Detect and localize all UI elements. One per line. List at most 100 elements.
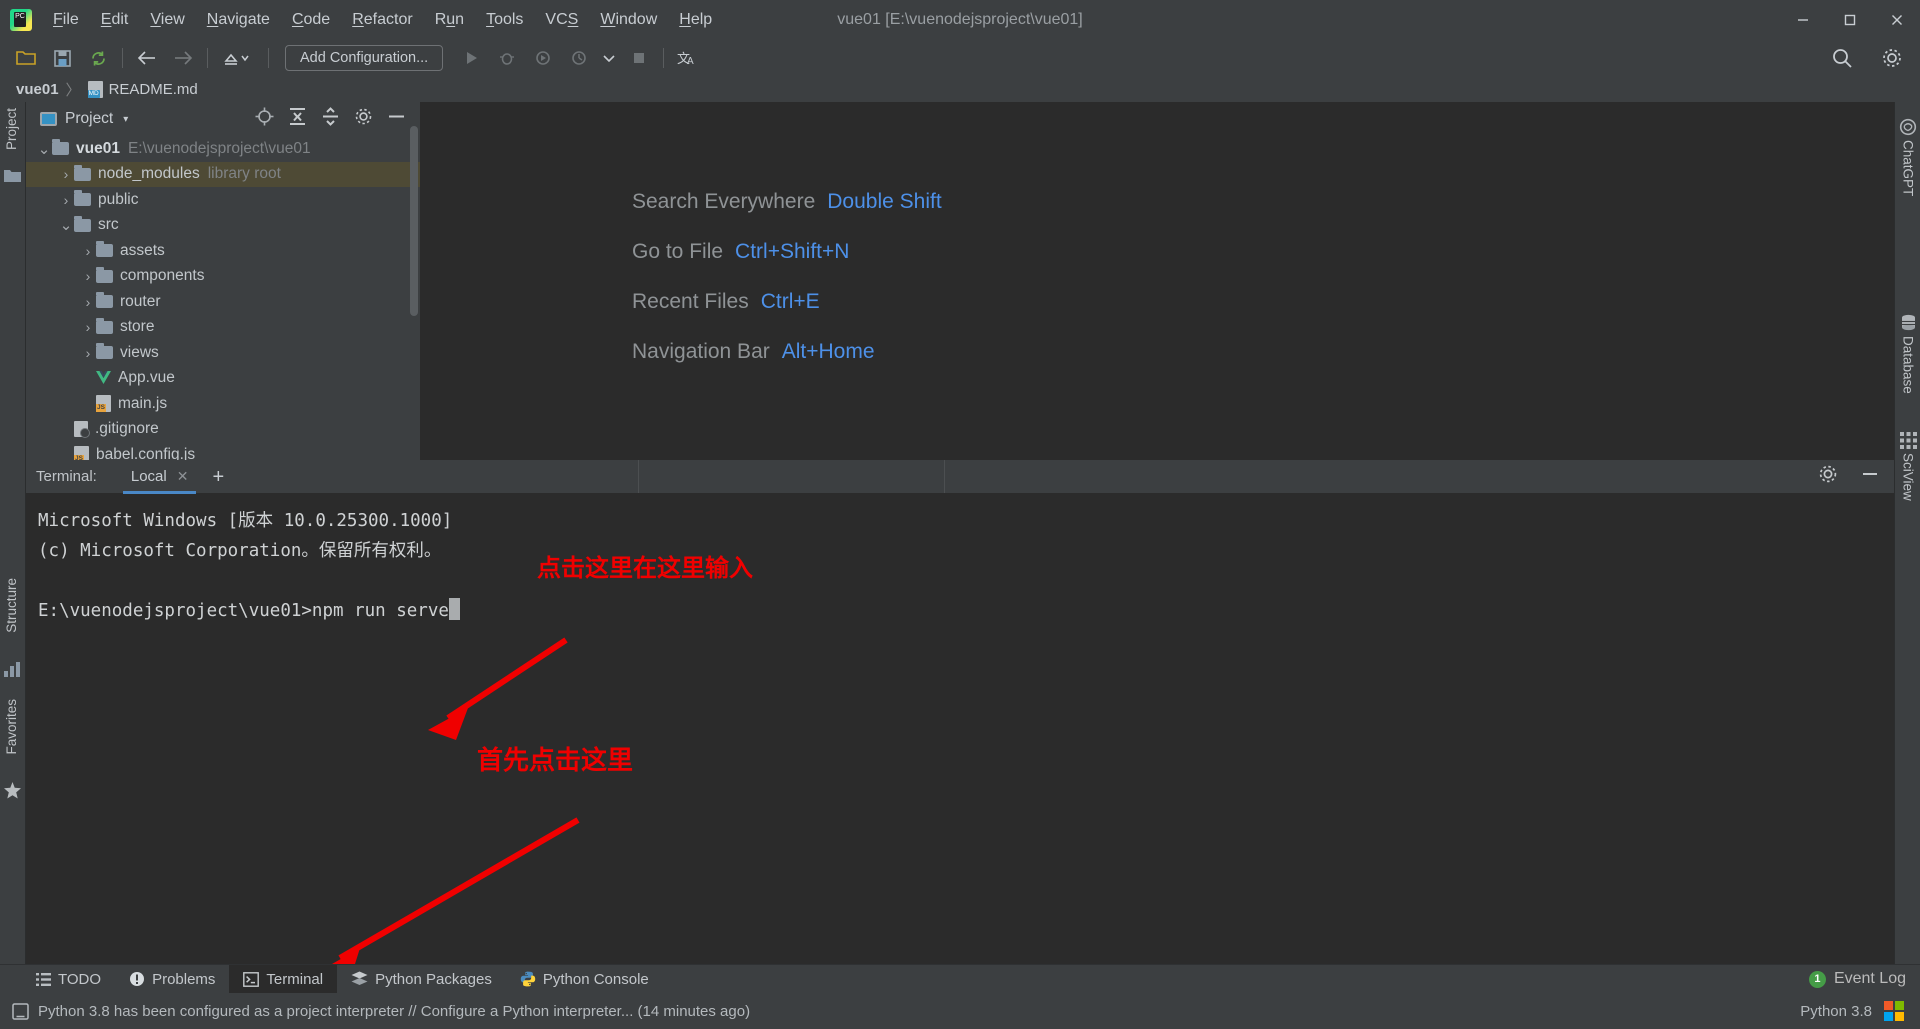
menu-item-window[interactable]: Window <box>589 0 668 40</box>
breadcrumb: vue01 〉 README.md <box>0 76 1920 102</box>
chevron-right-icon[interactable]: › <box>80 345 96 361</box>
chevron-right-icon[interactable]: › <box>58 192 74 208</box>
tree-item-label: store <box>120 318 155 336</box>
save-all-icon[interactable] <box>47 44 77 72</box>
title-bar: FileEditViewNavigateCodeRefactorRunTools… <box>0 0 1920 40</box>
tool-window-button-problems[interactable]: Problems <box>115 965 229 994</box>
menu-item-edit[interactable]: Edit <box>90 0 140 40</box>
terminal-tool-window: Terminal: Local ✕ + Microsoft Windows [版… <box>26 460 1894 964</box>
debug-icon[interactable] <box>492 44 522 72</box>
maximize-button[interactable] <box>1826 0 1873 40</box>
stop-icon[interactable] <box>624 44 654 72</box>
forward-arrow-icon[interactable] <box>168 44 198 72</box>
translate-icon[interactable]: 文A <box>673 44 703 72</box>
close-button[interactable] <box>1873 0 1920 40</box>
status-message[interactable]: Python 3.8 has been configured as a proj… <box>38 1003 750 1020</box>
sidebar-item-project[interactable]: Project <box>4 108 19 150</box>
gear-icon[interactable] <box>1818 464 1838 489</box>
sidebar-item-database[interactable]: Database <box>1895 314 1920 394</box>
sidebar-item-sciview[interactable]: SciView <box>1895 432 1920 501</box>
menu-item-vcs[interactable]: VCS <box>534 0 589 40</box>
toolbar-right-actions <box>1824 44 1910 72</box>
tree-row[interactable]: › router <box>26 289 420 315</box>
folder-icon <box>52 139 69 156</box>
tree-row[interactable]: › node_modules library root <box>26 161 420 187</box>
annotation-text-terminal: 首先点击这里 <box>477 746 634 776</box>
chevron-down-icon[interactable]: ⌄ <box>58 216 74 234</box>
editor-shortcut-hints: Search Everywhere Double Shift Go to File C… <box>632 190 942 390</box>
open-folder-icon[interactable] <box>11 44 41 72</box>
gear-icon[interactable] <box>1877 44 1907 72</box>
breadcrumb-project[interactable]: vue01 <box>16 81 59 98</box>
tree-row[interactable]: main.js <box>26 391 420 417</box>
tool-window-button-python-packages[interactable]: Python Packages <box>337 965 506 994</box>
chevron-down-icon[interactable]: ⌄ <box>36 140 52 158</box>
chevron-right-icon[interactable]: › <box>80 319 96 335</box>
tree-row[interactable]: babel.config.js <box>26 442 420 460</box>
tree-item-label: node_modules <box>98 165 200 183</box>
folder-icon <box>96 292 113 309</box>
chevron-down-icon[interactable]: ▾ <box>123 114 128 125</box>
minimize-icon[interactable] <box>1860 464 1880 489</box>
sidebar-item-chatgpt[interactable]: ChatGPT <box>1895 118 1920 196</box>
new-terminal-tab-button[interactable]: + <box>212 467 224 487</box>
chevron-right-icon[interactable]: › <box>80 294 96 310</box>
terminal-output[interactable]: Microsoft Windows [版本 10.0.25300.1000] (c… <box>26 494 1894 964</box>
terminal-cursor <box>448 598 460 620</box>
tree-item-label: .gitignore <box>95 420 159 438</box>
menu-item-help[interactable]: Help <box>668 0 723 40</box>
event-log-area[interactable]: 1 Event Log <box>1808 970 1920 988</box>
add-configuration-button[interactable]: Add Configuration... <box>285 45 444 71</box>
tree-row[interactable]: ⌄ vue01 E:\vuenodejsproject\vue01 <box>26 136 420 162</box>
event-log-badge: 1 <box>1808 970 1826 988</box>
tree-row[interactable]: › views <box>26 340 420 366</box>
back-arrow-icon[interactable] <box>132 44 162 72</box>
menu-item-file[interactable]: File <box>42 0 90 40</box>
locate-icon[interactable] <box>255 107 274 131</box>
sidebar-item-favorites[interactable]: Favorites <box>4 699 19 755</box>
chevron-right-icon[interactable]: › <box>80 243 96 259</box>
close-icon[interactable]: ✕ <box>177 468 189 485</box>
menu-item-navigate[interactable]: Navigate <box>196 0 281 40</box>
minimize-button[interactable] <box>1779 0 1826 40</box>
project-file-tree[interactable]: ⌄ vue01 E:\vuenodejsproject\vue01 › node_mod… <box>26 136 420 460</box>
project-tree-scrollbar[interactable] <box>410 126 418 316</box>
tree-row[interactable]: › assets <box>26 238 420 264</box>
tree-row[interactable]: ⌄ src <box>26 213 420 239</box>
sidebar-item-structure[interactable]: Structure <box>4 578 19 633</box>
chevron-down-icon[interactable] <box>600 44 618 72</box>
tree-row[interactable]: App.vue <box>26 366 420 392</box>
menu-item-view[interactable]: View <box>139 0 195 40</box>
menu-item-tools[interactable]: Tools <box>475 0 534 40</box>
menu-item-run[interactable]: Run <box>424 0 475 40</box>
tree-row[interactable]: › public <box>26 187 420 213</box>
sync-icon[interactable] <box>83 44 113 72</box>
vcs-update-icon[interactable] <box>217 44 259 72</box>
tree-row[interactable]: › components <box>26 264 420 290</box>
tree-item-label: router <box>120 292 161 310</box>
tool-window-button-todo[interactable]: TODO <box>22 965 115 994</box>
menu-item-code[interactable]: Code <box>281 0 341 40</box>
collapse-all-icon[interactable] <box>321 107 340 131</box>
run-icon[interactable] <box>456 44 486 72</box>
interpreter-label[interactable]: Python 3.8 <box>1800 1003 1872 1020</box>
chevron-right-icon[interactable]: › <box>58 166 74 182</box>
hide-panel-icon[interactable] <box>387 107 406 131</box>
svg-text:A: A <box>687 56 694 67</box>
profile-icon[interactable] <box>564 44 594 72</box>
search-icon[interactable] <box>1827 44 1857 72</box>
run-coverage-icon[interactable] <box>528 44 558 72</box>
chevron-right-icon[interactable]: › <box>80 268 96 284</box>
tree-row[interactable]: › store <box>26 315 420 341</box>
js-file-icon <box>74 446 89 460</box>
breadcrumb-file[interactable]: README.md <box>109 81 198 98</box>
expand-all-icon[interactable] <box>288 107 307 131</box>
tool-window-button-terminal[interactable]: Terminal <box>229 964 338 994</box>
event-log-label[interactable]: Event Log <box>1834 970 1906 988</box>
tree-row[interactable]: .gitignore <box>26 417 420 443</box>
gear-icon[interactable] <box>354 107 373 131</box>
terminal-tab-local[interactable]: Local ✕ <box>122 460 197 494</box>
menu-item-refactor[interactable]: Refactor <box>341 0 423 40</box>
folder-icon <box>96 317 113 334</box>
tool-window-button-python-console[interactable]: Python Console <box>506 965 663 994</box>
